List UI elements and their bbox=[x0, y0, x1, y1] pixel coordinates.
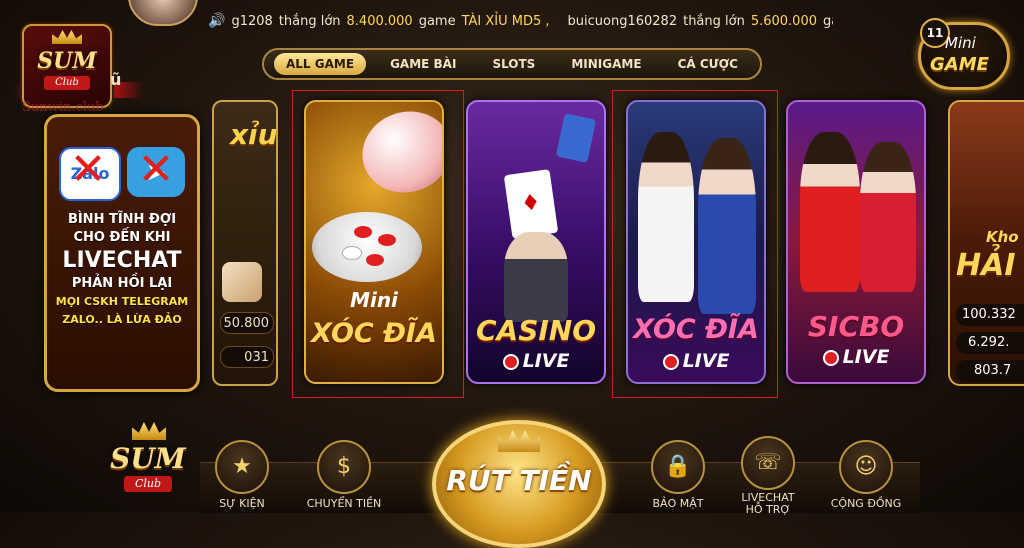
logo-sub: Club bbox=[44, 76, 90, 90]
marquee-game-1: TÀI XỈU MD5 , bbox=[461, 13, 550, 29]
dealer-image bbox=[504, 232, 568, 322]
nav-livechat[interactable]: ☏ LIVECHAT HỖ TRỢ bbox=[728, 436, 808, 516]
highlight-box-xoc-dia-live bbox=[612, 90, 778, 398]
winners-marquee: 🔊 g1208 thắng lớn 8.400.000 game TÀI XỈU… bbox=[208, 10, 833, 32]
warning-line-6: ZALO.. LÀ LỪA ĐẢO bbox=[62, 313, 182, 326]
playing-card-icon: ♦ bbox=[503, 169, 559, 239]
crown-icon bbox=[498, 430, 540, 452]
crown-icon bbox=[52, 30, 82, 44]
dealer-image bbox=[800, 132, 860, 292]
money-transfer-icon: $ bbox=[317, 440, 371, 494]
warning-line-2: CHO ĐẾN KHI bbox=[73, 230, 171, 245]
highlight-box-mini-xoc-dia bbox=[292, 90, 464, 398]
nav-cong-dong[interactable]: ☺ CỘNG ĐỒNG bbox=[826, 440, 906, 510]
nav-su-kien[interactable]: ★ SỰ KIỆN bbox=[202, 440, 282, 510]
nav-bao-mat[interactable]: 🔒 BẢO MẬT bbox=[638, 440, 718, 510]
tab-minigame[interactable]: MINIGAME bbox=[559, 53, 653, 75]
card-title-sicbo: SICBO bbox=[807, 310, 905, 343]
playing-card-back-icon bbox=[555, 113, 597, 163]
scam-warning-banner[interactable]: Zalo ✕ ➤ ✕ BÌNH TĨNH ĐỢI CHO ĐẾN KHI LIV… bbox=[44, 114, 200, 392]
live-badge: LIVE bbox=[788, 346, 924, 368]
headset-icon: ☏ bbox=[741, 436, 795, 490]
tab-game-bai[interactable]: GAME BÀI bbox=[378, 53, 468, 75]
jackpot-value-2: 6.292. bbox=[956, 332, 1024, 354]
nav-label: BẢO MẬT bbox=[652, 497, 704, 510]
cross-icon: ✕ bbox=[137, 144, 175, 195]
game-card-casino[interactable]: ♦ CASINO LIVE bbox=[466, 100, 606, 384]
tai-xiu-title: xỉu bbox=[230, 118, 278, 151]
rut-tien-label: RÚT TIỀN bbox=[446, 464, 592, 497]
marquee-game-prefix-2: game bbox=[823, 13, 833, 29]
nav-label: CỘNG ĐỒNG bbox=[830, 497, 902, 510]
warning-line-4: PHẢN HỒI LẠI bbox=[71, 276, 173, 291]
tai-xiu-value-1: 50.800 bbox=[220, 312, 274, 334]
tab-slots[interactable]: SLOTS bbox=[480, 53, 547, 75]
dealer-image bbox=[860, 142, 916, 292]
nav-label: SỰ KIỆN bbox=[219, 497, 265, 510]
marquee-text-2: thắng lớn bbox=[683, 13, 745, 29]
lock-icon: 🔒 bbox=[651, 440, 705, 494]
live-label: LIVE bbox=[842, 346, 890, 368]
warning-line-3: LIVECHAT bbox=[62, 248, 182, 273]
category-tabs: ALL GAME GAME BÀI SLOTS MINIGAME CÁ CƯỢC bbox=[262, 48, 762, 80]
marquee-text-1: thắng lớn bbox=[278, 13, 341, 29]
nav-chuyen-tien[interactable]: $ CHUYỂN TIỀN bbox=[304, 440, 384, 510]
watermark: Sunwin.club bbox=[22, 100, 104, 115]
mini-game-label-2: GAME bbox=[930, 54, 989, 75]
tab-ca-cuoc[interactable]: CÁ CƯỢC bbox=[666, 53, 750, 75]
logo-name: SUM bbox=[110, 442, 186, 475]
speaker-icon: 🔊 bbox=[208, 13, 226, 29]
tai-xiu-value-2: 031 bbox=[220, 346, 274, 368]
tab-all-game[interactable]: ALL GAME bbox=[274, 53, 367, 75]
marquee-user-2: buicuong160282 bbox=[567, 13, 678, 29]
kho-label: Kho bbox=[986, 228, 1019, 246]
sum-club-logo[interactable]: SUM Club bbox=[22, 24, 112, 108]
marquee-amount-1: 8.400.000 bbox=[346, 13, 413, 29]
crown-icon bbox=[132, 422, 166, 440]
game-card-sicbo[interactable]: SICBO LIVE bbox=[786, 100, 926, 384]
logo-name: SUM bbox=[37, 48, 97, 74]
calendar-star-icon: ★ bbox=[215, 440, 269, 494]
live-badge: LIVE bbox=[468, 350, 604, 372]
marquee-user-1: g1208 bbox=[231, 13, 273, 29]
game-card-tai-xiu[interactable]: xỉu 50.800 031 bbox=[212, 100, 278, 386]
jackpot-value-3: 803.7 bbox=[956, 360, 1024, 382]
player-avatar[interactable] bbox=[128, 0, 198, 26]
live-icon bbox=[502, 354, 519, 370]
rut-tien-button[interactable]: RÚT TIỀN bbox=[432, 420, 606, 548]
mini-game-label-1: Mini bbox=[945, 34, 976, 52]
game-card-kho-hai[interactable]: Kho HẢI 100.332 6.292. 803.7 bbox=[948, 100, 1024, 386]
jackpot-value-1: 100.332 bbox=[956, 304, 1024, 326]
warning-line-1: BÌNH TĨNH ĐỢI bbox=[67, 212, 177, 227]
dice-icon bbox=[222, 262, 262, 302]
live-icon bbox=[822, 350, 839, 366]
community-icon: ☺ bbox=[839, 440, 893, 494]
card-title-casino: CASINO bbox=[475, 314, 597, 347]
marquee-game-prefix-1: game bbox=[418, 13, 456, 29]
nav-label: HỖ TRỢ bbox=[745, 503, 791, 516]
sum-club-logo-bottom: SUM Club bbox=[100, 420, 196, 500]
cross-icon: ✕ bbox=[69, 144, 107, 195]
nav-label: CHUYỂN TIỀN bbox=[306, 497, 382, 510]
logo-sub: Club bbox=[124, 476, 172, 492]
live-label: LIVE bbox=[522, 350, 570, 372]
hai-label: HẢI bbox=[956, 248, 1016, 283]
logo-side-letter: ũ bbox=[110, 70, 122, 89]
warning-line-5: MỌI CSKH TELEGRAM bbox=[55, 295, 189, 308]
marquee-amount-2: 5.600.000 bbox=[750, 13, 817, 29]
